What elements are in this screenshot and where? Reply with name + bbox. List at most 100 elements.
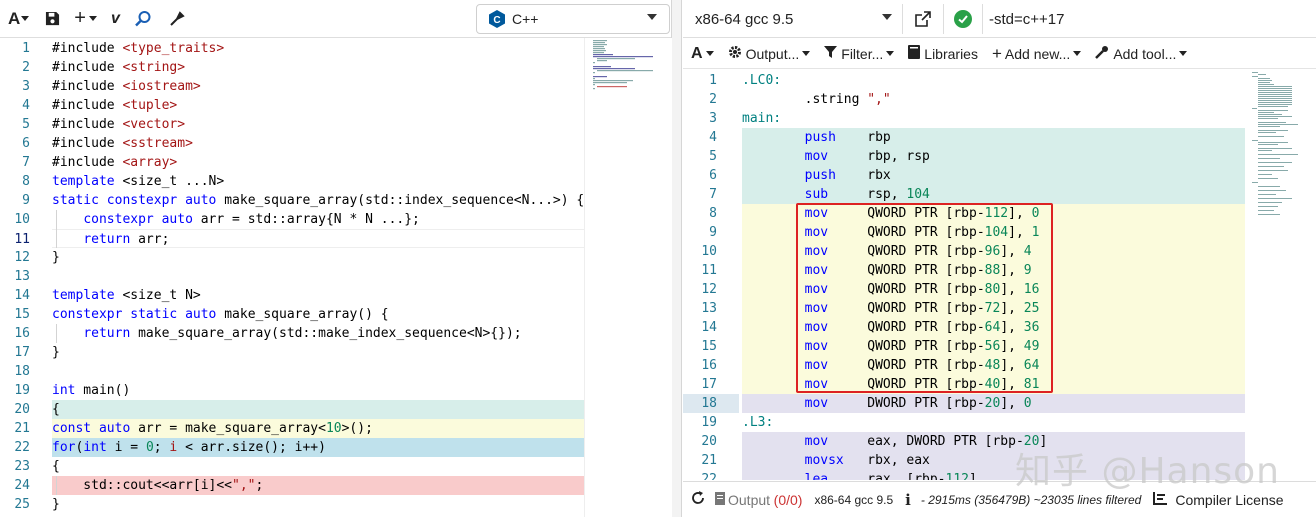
source-line[interactable]: 5 #include <vector> xyxy=(0,115,584,134)
source-line[interactable]: 15 constexpr static auto make_square_arra… xyxy=(0,305,584,324)
line-number: 1 xyxy=(709,73,717,88)
line-number: 12 xyxy=(14,250,30,265)
asm-line[interactable]: 3 main: xyxy=(683,109,1248,128)
compiler-select[interactable]: x86-64 gcc 9.5 xyxy=(683,4,903,34)
font-size-button[interactable]: A xyxy=(691,45,714,63)
save-icon[interactable] xyxy=(41,4,64,34)
source-line[interactable]: 8 template <size_t ...N> xyxy=(0,172,584,191)
asm-code: push rbp xyxy=(742,128,1245,147)
source-line[interactable]: 16 return make_square_array(std::make_in… xyxy=(0,324,584,343)
asm-line[interactable]: 18 mov DWORD PTR [rbp-20], 0 xyxy=(683,394,1248,413)
filter-menu-label: Filter... xyxy=(841,45,884,62)
line-number: 16 xyxy=(701,358,717,373)
line-number: 11 xyxy=(14,232,30,247)
asm-line[interactable]: 2 .string "," xyxy=(683,90,1248,109)
asm-line[interactable]: 12 mov QWORD PTR [rbp-80], 16 xyxy=(683,280,1248,299)
asm-line[interactable]: 5 mov rbp, rsp xyxy=(683,147,1248,166)
compiler-pane: x86-64 gcc 9.5 A Output... Filter... xyxy=(683,0,1316,517)
source-line[interactable]: 7 #include <array> xyxy=(0,153,584,172)
source-line[interactable]: 4 #include <tuple> xyxy=(0,96,584,115)
line-code: const auto arr = make_square_array<10>()… xyxy=(52,421,373,436)
assembly-minimap[interactable] xyxy=(1248,70,1316,480)
line-code: #include <string> xyxy=(52,60,186,75)
vim-mode-icon[interactable]: v xyxy=(107,4,124,34)
asm-line[interactable]: 4 push rbp xyxy=(683,128,1248,147)
asm-line[interactable]: 8 mov QWORD PTR [rbp-112], 0 xyxy=(683,204,1248,223)
add-tool-menu[interactable]: Add tool... xyxy=(1095,45,1188,62)
asm-line[interactable]: 1 .LC0: xyxy=(683,71,1248,90)
line-number: 4 xyxy=(22,98,30,113)
source-line[interactable]: 20 { xyxy=(14,400,584,419)
line-code: for(int i = 0; i < arr.size(); i++) xyxy=(52,440,326,455)
output-status-button[interactable]: Output (0/0) xyxy=(715,491,802,508)
popout-icon[interactable] xyxy=(915,11,931,30)
add-pane-button[interactable]: + xyxy=(70,4,101,34)
editor-toolbar: A + v C C++ xyxy=(0,0,671,38)
line-number: 16 xyxy=(14,326,30,341)
line-number: 6 xyxy=(22,136,30,151)
libraries-button[interactable]: Libraries xyxy=(908,45,978,62)
compiler-options-input[interactable] xyxy=(989,5,1311,33)
asm-line[interactable]: 17 mov QWORD PTR [rbp-40], 81 xyxy=(683,375,1248,394)
line-number: 13 xyxy=(14,269,30,284)
chevron-down-icon xyxy=(647,14,657,20)
asm-code: main: xyxy=(742,109,1245,128)
source-minimap[interactable] xyxy=(584,38,672,517)
source-line[interactable]: 23 { xyxy=(14,457,584,476)
pane-splitter[interactable] xyxy=(672,0,682,517)
info-icon[interactable]: i xyxy=(905,491,911,509)
compiler-name: x86-64 gcc 9.5 xyxy=(695,10,794,28)
source-line[interactable]: 13 xyxy=(0,267,584,286)
source-line[interactable]: 1 #include <type_traits> xyxy=(0,39,584,58)
asm-code: mov QWORD PTR [rbp-96], 4 xyxy=(742,242,1245,261)
source-line[interactable]: 12} xyxy=(0,248,584,267)
source-line[interactable]: 24 std::cout<<arr[i]<<","; xyxy=(14,476,584,495)
asm-line[interactable]: 16 mov QWORD PTR [rbp-48], 64 xyxy=(683,356,1248,375)
source-line[interactable]: 6 #include <sstream> xyxy=(0,134,584,153)
success-check-icon[interactable] xyxy=(943,4,983,34)
source-line[interactable]: 3 #include <iostream> xyxy=(0,77,584,96)
line-number: 20 xyxy=(701,434,717,449)
add-new-menu[interactable]: + Add new... xyxy=(992,44,1082,64)
asm-line[interactable]: 6 push rbx xyxy=(683,166,1248,185)
language-select[interactable]: C C++ xyxy=(476,4,670,34)
source-line[interactable]: 17} xyxy=(0,343,584,362)
source-line[interactable]: 11 return arr; xyxy=(14,229,584,248)
recompile-icon[interactable] xyxy=(691,491,705,508)
asm-line[interactable]: 7 sub rsp, 104 xyxy=(683,185,1248,204)
assembly-output[interactable]: 1 .LC0: 2 .string "," 3 main: 4 push rbp 5 mov… xyxy=(683,70,1248,480)
source-line[interactable]: 2 #include <string> xyxy=(0,58,584,77)
filter-menu[interactable]: Filter... xyxy=(824,45,895,62)
source-code[interactable]: 1 #include <type_traits> 2 #include <string… xyxy=(0,38,584,517)
line-number: 23 xyxy=(14,459,30,474)
source-line[interactable]: 9 static constexpr auto make_square_array… xyxy=(0,191,584,210)
source-line[interactable]: 10 constexpr auto arr = std::array{N * N… xyxy=(0,210,584,229)
source-editor-pane: A + v C C++ 1 #include <type_traits> 2 #inc… xyxy=(0,0,672,517)
book-icon xyxy=(908,45,921,62)
asm-line[interactable]: 19 .L3: xyxy=(683,413,1248,432)
asm-line[interactable]: 10 mov QWORD PTR [rbp-96], 4 xyxy=(683,242,1248,261)
asm-code: mov QWORD PTR [rbp-48], 64 xyxy=(742,356,1245,375)
source-line[interactable]: 25} xyxy=(14,495,584,514)
font-size-button[interactable]: A xyxy=(4,4,33,34)
search-icon[interactable] xyxy=(130,4,156,34)
asm-line[interactable]: 14 mov QWORD PTR [rbp-64], 36 xyxy=(683,318,1248,337)
libraries-label: Libraries xyxy=(924,45,978,62)
output-menu[interactable]: Output... xyxy=(728,45,811,62)
source-line[interactable]: 18 xyxy=(0,362,584,381)
add-new-label: Add new... xyxy=(1004,45,1071,62)
source-line[interactable]: 22 for(int i = 0; i < arr.size(); i++) xyxy=(14,438,584,457)
asm-line[interactable]: 11 mov QWORD PTR [rbp-88], 9 xyxy=(683,261,1248,280)
source-line[interactable]: 14 template <size_t N> xyxy=(0,286,584,305)
source-line[interactable]: 19 int main() xyxy=(0,381,584,400)
line-number: 10 xyxy=(701,244,717,259)
asm-code: mov QWORD PTR [rbp-56], 49 xyxy=(742,337,1245,356)
asm-line[interactable]: 13 mov QWORD PTR [rbp-72], 25 xyxy=(683,299,1248,318)
run-icon[interactable] xyxy=(164,4,190,34)
asm-line[interactable]: 9 mov QWORD PTR [rbp-104], 1 xyxy=(683,223,1248,242)
source-line[interactable]: 21 const auto arr = make_square_array<10>… xyxy=(14,419,584,438)
asm-code: mov QWORD PTR [rbp-64], 36 xyxy=(742,318,1245,337)
asm-line[interactable]: 15 mov QWORD PTR [rbp-56], 49 xyxy=(683,337,1248,356)
line-number: 21 xyxy=(701,453,717,468)
line-number: 15 xyxy=(701,339,717,354)
